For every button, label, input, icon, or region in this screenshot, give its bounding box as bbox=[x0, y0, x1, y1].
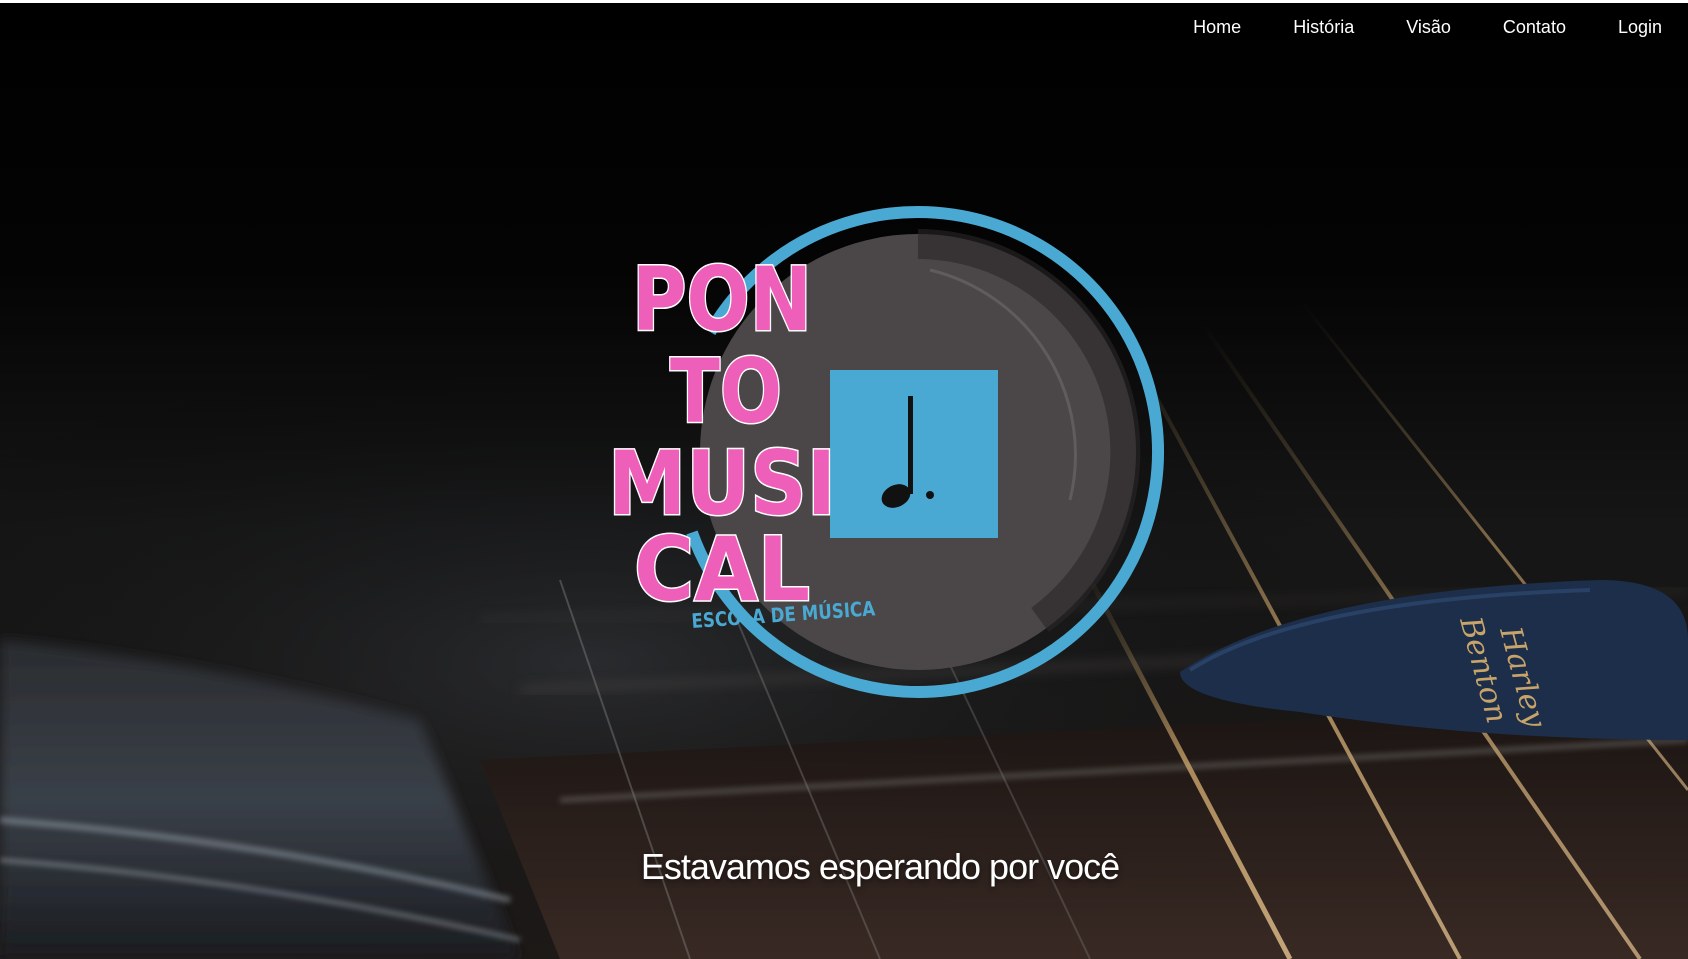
nav-link-historia[interactable]: História bbox=[1267, 14, 1380, 40]
logo-wordmark: PON TO MUSI CAL bbox=[607, 247, 838, 623]
nav-link-login[interactable]: Login bbox=[1592, 14, 1662, 40]
nav-link-contato[interactable]: Contato bbox=[1477, 14, 1592, 40]
logo-square bbox=[830, 370, 998, 538]
svg-text:PON: PON bbox=[632, 248, 812, 351]
hero-tagline: Estavamos esperando por você bbox=[640, 846, 1120, 887]
nav-link-home[interactable]: Home bbox=[1167, 14, 1267, 40]
ponto-musical-logo: PON TO MUSI CAL ESCOLA DE MÚSICA bbox=[607, 206, 1164, 698]
main-navigation: Home História Visão Contato Login bbox=[1167, 14, 1662, 40]
nav-link-visao[interactable]: Visão bbox=[1380, 14, 1477, 40]
page: Harley Benton Home História Visão Contat… bbox=[0, 0, 1688, 959]
svg-text:TO: TO bbox=[670, 340, 782, 443]
top-border bbox=[0, 0, 1688, 3]
